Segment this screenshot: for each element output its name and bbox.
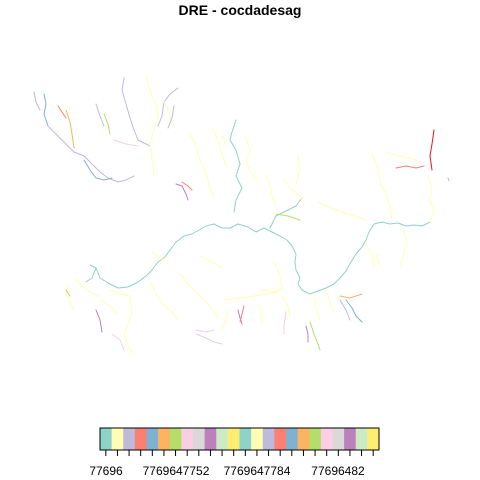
legend-swatch <box>123 428 136 450</box>
color-legend: 77696 7769647752 7769647784 77696482 <box>89 427 380 478</box>
legend-swatch <box>227 428 240 450</box>
legend-swatch <box>309 428 322 450</box>
legend-swatch <box>169 428 182 450</box>
legend-swatch <box>100 428 113 450</box>
legend-swatch <box>297 428 310 450</box>
legend-tick-label: 77696482 <box>311 464 365 478</box>
legend-swatch <box>320 428 333 450</box>
legend-swatch <box>158 428 171 450</box>
legend-tick-label: 7769647752 <box>143 464 210 478</box>
legend-swatch <box>251 428 264 450</box>
legend-swatch <box>367 428 380 450</box>
legend-swatch <box>286 428 299 450</box>
legend-swatch <box>134 428 147 450</box>
legend-swatch <box>262 428 275 450</box>
legend-swatch <box>239 428 252 450</box>
legend-swatch <box>332 428 345 450</box>
legend-tick-label: 77696 <box>89 464 123 478</box>
legend-swatch <box>111 428 124 450</box>
legend-swatch <box>274 428 287 450</box>
legend-swatch <box>216 428 229 450</box>
legend-swatch <box>146 428 159 450</box>
legend-swatch <box>204 428 217 450</box>
legend-swatch <box>344 428 357 450</box>
legend-swatch <box>355 428 368 450</box>
legend-swatch <box>193 428 206 450</box>
legend-swatch <box>181 428 194 450</box>
legend-tick-label: 7769647784 <box>224 464 291 478</box>
